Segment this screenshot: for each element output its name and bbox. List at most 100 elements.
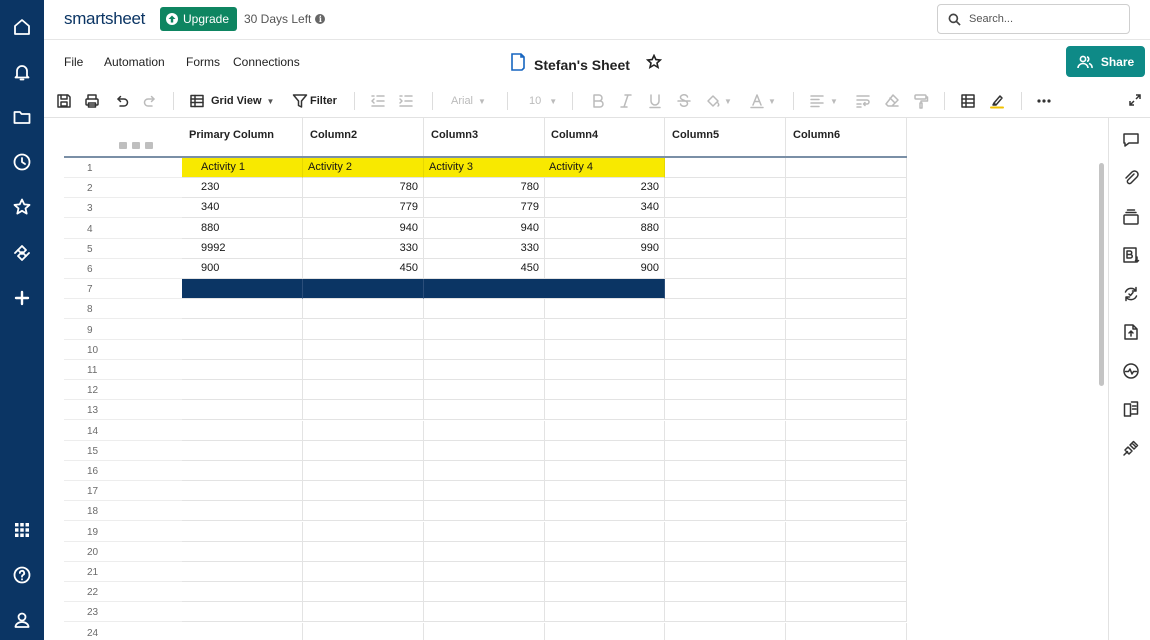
account-icon[interactable] (8, 606, 36, 634)
favorite-star-icon[interactable] (638, 53, 663, 75)
grid-cell[interactable] (665, 501, 786, 522)
grid-cell[interactable] (544, 420, 665, 441)
bell-icon[interactable] (8, 58, 36, 86)
row-number[interactable]: 2 (64, 178, 182, 199)
align-dropdown[interactable]: ▼ (809, 92, 838, 110)
row-number[interactable]: 23 (64, 602, 182, 623)
grid-cell[interactable] (424, 360, 545, 380)
upgrade-button[interactable]: Upgrade (160, 7, 238, 31)
grid-cell[interactable] (303, 501, 424, 522)
grid-cell[interactable] (665, 420, 786, 441)
attachments-icon[interactable] (1121, 168, 1141, 188)
proofs-icon[interactable] (1121, 207, 1141, 227)
grid-cell[interactable] (786, 521, 907, 542)
grid-cell[interactable] (424, 481, 545, 502)
expand-icon[interactable] (1128, 93, 1144, 109)
grid-cell[interactable] (786, 461, 907, 481)
grid-cell[interactable] (665, 238, 786, 259)
grid-cell[interactable] (786, 562, 907, 582)
grid-cell[interactable]: 990 (544, 238, 665, 259)
grid-cell[interactable] (544, 339, 665, 360)
grid-cell[interactable] (303, 319, 424, 340)
grid-cell[interactable] (182, 319, 303, 340)
grid-cell[interactable] (665, 400, 786, 421)
grid-cell[interactable] (303, 339, 424, 360)
row-number[interactable]: 4 (64, 219, 182, 239)
grid-cell[interactable] (786, 158, 907, 178)
menu-forms[interactable]: Forms (186, 55, 220, 69)
column-header[interactable]: Column2 (303, 118, 424, 156)
grid-cell[interactable] (182, 541, 303, 562)
grid-cell[interactable] (424, 501, 545, 522)
row-number[interactable]: 20 (64, 542, 182, 562)
grid-cell[interactable] (424, 541, 545, 562)
grid-cell[interactable] (424, 319, 545, 340)
text-color-dropdown[interactable]: ▼ (749, 92, 776, 110)
grid-cell[interactable] (182, 602, 303, 623)
grid-cell[interactable] (665, 582, 786, 603)
grid-cell[interactable] (303, 602, 424, 623)
grid-cell[interactable] (665, 481, 786, 502)
grid-cell[interactable] (182, 380, 303, 401)
grid-cell[interactable] (303, 400, 424, 421)
grid-cell[interactable] (786, 481, 907, 502)
grid-cell[interactable] (544, 400, 665, 421)
grid-cell[interactable] (544, 299, 665, 320)
grid-cell[interactable] (786, 319, 907, 340)
grid-cell[interactable] (665, 541, 786, 562)
grid-cell[interactable] (424, 420, 545, 441)
grid-cell[interactable] (303, 440, 424, 461)
sheet-title[interactable]: Stefan's Sheet (534, 57, 630, 73)
publish-icon[interactable] (1121, 322, 1141, 342)
grid-cell[interactable] (544, 440, 665, 461)
grid-cell[interactable] (303, 541, 424, 562)
grid-cell[interactable] (303, 380, 424, 401)
grid-cell[interactable] (665, 158, 786, 178)
menu-connections[interactable]: Connections (233, 55, 300, 69)
column-header[interactable]: Column6 (786, 118, 907, 156)
grid-cell[interactable] (182, 339, 303, 360)
grid-cell[interactable]: 340 (182, 198, 303, 219)
clear-format-icon[interactable] (884, 92, 900, 110)
grid-cell[interactable] (182, 299, 303, 320)
grid-cell[interactable] (665, 521, 786, 542)
row-number[interactable]: 15 (64, 441, 182, 461)
underline-icon[interactable] (647, 92, 663, 110)
grid-cell[interactable] (424, 521, 545, 542)
grid-cell[interactable]: 940 (424, 218, 545, 239)
grid-cell[interactable] (544, 501, 665, 522)
grid-cell[interactable] (786, 178, 907, 199)
connections-icon[interactable] (1121, 438, 1141, 458)
indent-icon[interactable] (398, 92, 414, 110)
row-number[interactable]: 19 (64, 522, 182, 542)
grid-cell[interactable] (182, 360, 303, 380)
grid-cell[interactable] (182, 562, 303, 582)
grid-cell[interactable] (665, 339, 786, 360)
grid-cell[interactable]: 880 (544, 218, 665, 239)
grid-cell[interactable] (182, 582, 303, 603)
column-header[interactable]: Column3 (424, 118, 545, 156)
undo-icon[interactable] (114, 92, 130, 110)
row-number[interactable]: 22 (64, 582, 182, 603)
grid-cell[interactable] (786, 238, 907, 259)
grid-cell[interactable] (303, 562, 424, 582)
grid-cell[interactable]: 450 (303, 259, 424, 279)
grid-cell[interactable] (544, 562, 665, 582)
grid-cell[interactable] (303, 582, 424, 603)
update-requests-icon[interactable] (1121, 284, 1141, 304)
grid-cell[interactable] (665, 360, 786, 380)
grid-cell[interactable] (424, 299, 545, 320)
grid-cell[interactable] (424, 562, 545, 582)
grid-cell[interactable] (786, 501, 907, 522)
grid-cell[interactable] (786, 622, 907, 640)
grid-view-dropdown[interactable]: Grid View ▼ (189, 92, 274, 110)
grid-cell[interactable]: 940 (303, 218, 424, 239)
grid-cell[interactable] (665, 461, 786, 481)
grid-cell[interactable] (786, 420, 907, 441)
grid-cell[interactable] (665, 440, 786, 461)
column-header[interactable]: Column5 (665, 118, 786, 156)
column-header[interactable]: Column4 (544, 118, 665, 156)
print-icon[interactable] (84, 92, 100, 110)
grid-cell[interactable] (544, 602, 665, 623)
row-number[interactable]: 5 (64, 239, 182, 259)
